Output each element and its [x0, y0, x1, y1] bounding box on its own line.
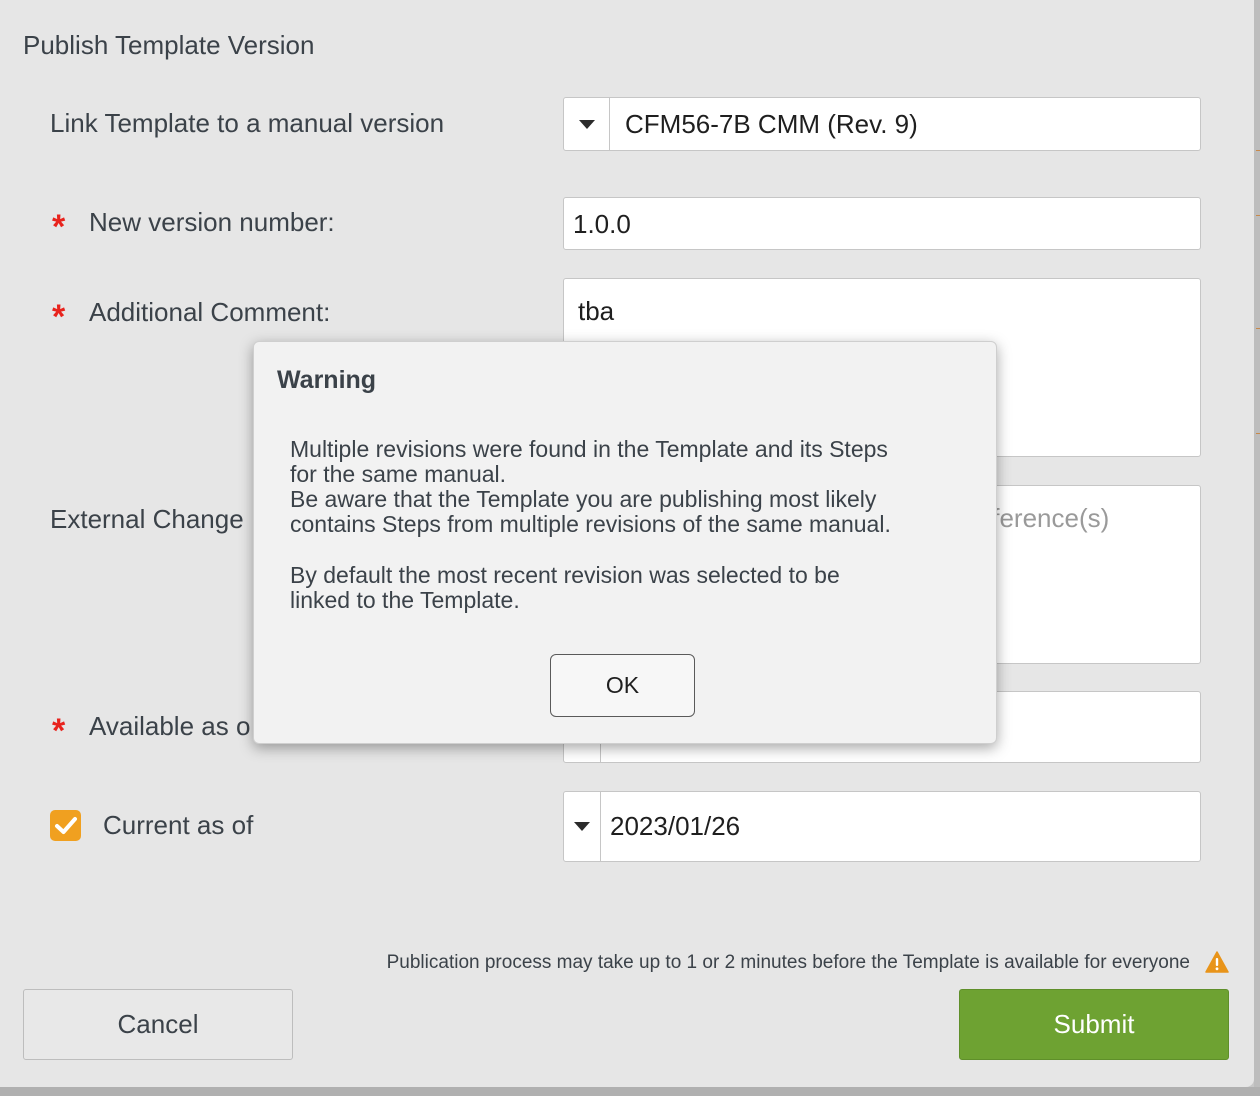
warning-message-line: contains Steps from multiple revisions o…: [290, 511, 891, 537]
manual-version-dropdown-button[interactable]: [564, 98, 610, 150]
dialog-title: Publish Template Version: [23, 30, 315, 60]
check-icon: [54, 816, 77, 834]
warning-message-line: linked to the Template.: [290, 587, 520, 613]
required-asterisk: *: [52, 208, 66, 246]
warning-message-line: Be aware that the Template you are publi…: [290, 486, 877, 512]
current-as-of-value: 2023/01/26: [610, 811, 741, 841]
caret-down-icon: [574, 822, 590, 831]
warning-triangle-icon: [1205, 951, 1229, 973]
warning-message-line: Multiple revisions were found in the Tem…: [290, 436, 888, 462]
warning-modal-title: Warning: [277, 366, 377, 394]
caret-down-icon: [578, 119, 595, 129]
version-number-input[interactable]: 1.0.0: [563, 197, 1201, 250]
version-number-value: 1.0.0: [573, 209, 631, 239]
publish-template-dialog: Publish Template Version Link Template t…: [0, 0, 1254, 1087]
manual-version-select[interactable]: CFM56-7B CMM (Rev. 9): [563, 97, 1201, 151]
publication-note: Publication process may take up to 1 or …: [386, 952, 1190, 973]
external-change-label: External Change: [50, 504, 244, 534]
cancel-button[interactable]: Cancel: [23, 989, 293, 1060]
warning-modal: Warning Multiple revisions were found in…: [253, 341, 997, 744]
background-edge-bottom: [0, 1087, 1260, 1096]
manual-version-label: Link Template to a manual version: [50, 108, 445, 138]
required-asterisk: *: [52, 298, 66, 336]
comment-value: tba: [578, 296, 615, 326]
current-as-of-date-input[interactable]: 2023/01/26: [563, 791, 1201, 862]
warning-message-line: By default the most recent revision was …: [290, 562, 840, 588]
required-asterisk: *: [52, 712, 66, 750]
current-as-of-label: Current as of: [103, 810, 254, 840]
available-as-of-label: Available as o: [89, 711, 251, 741]
current-as-of-dropdown-button[interactable]: [564, 792, 601, 861]
background-edge: [1254, 0, 1260, 1096]
comment-label: Additional Comment:: [89, 297, 331, 327]
manual-version-value: CFM56-7B CMM (Rev. 9): [625, 109, 918, 139]
ok-button[interactable]: OK: [550, 654, 695, 717]
current-as-of-checkbox[interactable]: [50, 810, 81, 841]
warning-message-line: for the same manual.: [290, 461, 507, 487]
warning-modal-body: Multiple revisions were found in the Tem…: [290, 437, 980, 613]
version-number-label: New version number:: [89, 207, 335, 237]
submit-button[interactable]: Submit: [959, 989, 1229, 1060]
